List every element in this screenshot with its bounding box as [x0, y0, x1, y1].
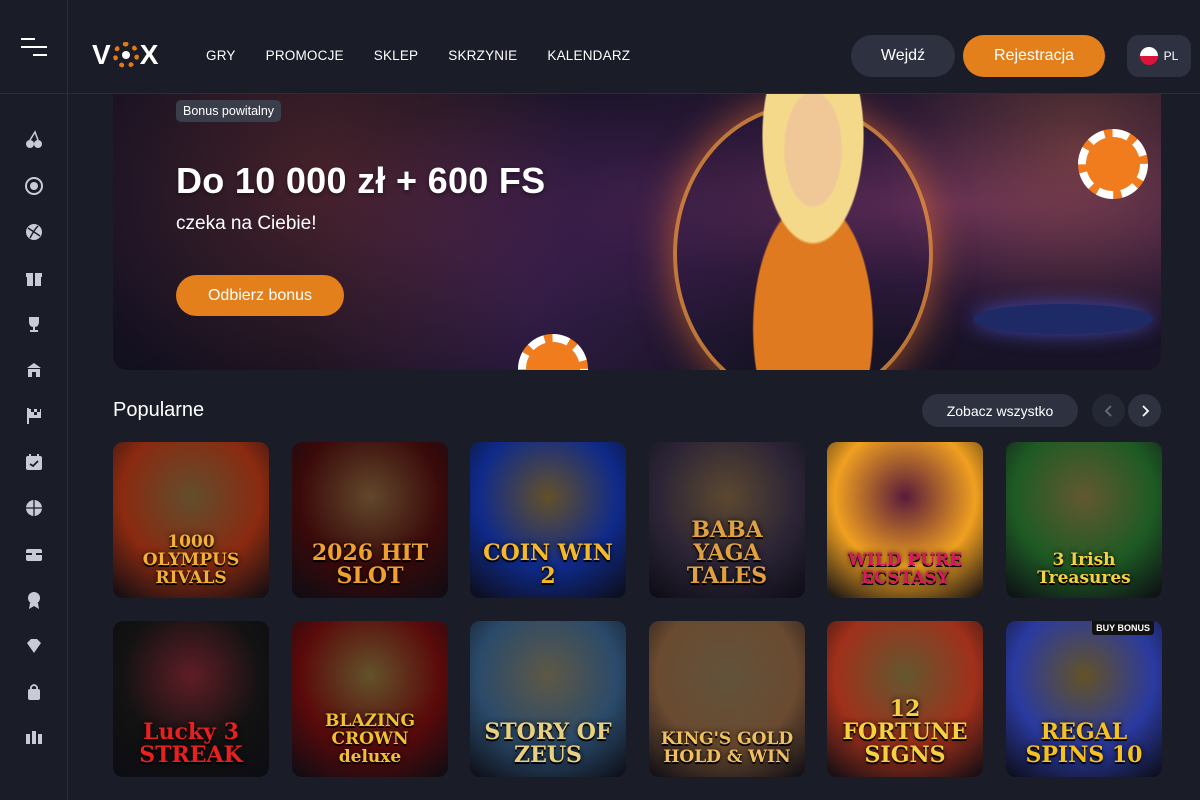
cherries-icon[interactable] [24, 130, 44, 150]
banner-subtitle: czeka na Ciebie! [176, 213, 317, 234]
next-arrow[interactable] [1128, 394, 1161, 427]
poland-flag-icon [1139, 47, 1158, 65]
columns-icon[interactable] [24, 728, 44, 748]
section-title: Popularne [113, 399, 205, 421]
game-title: WILD PURE ECSTASY [847, 550, 963, 589]
casino-table [973, 304, 1153, 334]
game-title: BABA YAGA TALES [686, 516, 768, 589]
diamond-icon[interactable] [24, 636, 44, 656]
game-title: 3 Irish Treasures [1037, 550, 1131, 589]
game-title: 12 FORTUNE SIGNS [842, 695, 968, 768]
game-title: KING'S GOLD HOLD & WIN [660, 729, 794, 768]
roulette-icon[interactable] [24, 176, 44, 196]
banner-hostess-image [703, 94, 923, 370]
menu-button[interactable] [0, 0, 68, 94]
game-title: STORY OF ZEUS [484, 718, 612, 768]
nav-promocje[interactable]: PROMOCJE [266, 48, 344, 63]
game-tile[interactable]: BLAZING CROWN deluxe [292, 621, 448, 777]
casino-chip-icon [1078, 129, 1148, 199]
nav-sklep[interactable]: SKLEP [374, 48, 419, 63]
header: VX GRY PROMOCJE SKLEP SKRZYNIE KALENDARZ… [0, 0, 1200, 94]
chevron-left-icon [1104, 404, 1112, 417]
game-tile[interactable]: 12 FORTUNE SIGNS [827, 621, 983, 777]
game-tile[interactable]: KING'S GOLD HOLD & WIN [649, 621, 805, 777]
bag-icon[interactable] [24, 682, 44, 702]
see-all-button[interactable]: Zobacz wszystko [922, 394, 1078, 427]
calendar-icon[interactable] [24, 452, 44, 472]
award-icon[interactable] [24, 590, 44, 610]
banner-title: Do 10 000 zł + 600 FS [176, 160, 546, 201]
game-tile[interactable]: BABA YAGA TALES [649, 442, 805, 598]
hamburger-icon [20, 38, 47, 56]
chevron-right-icon [1141, 404, 1149, 417]
buy-bonus-badge: BUY BONUS [1092, 621, 1154, 635]
nav-kalendarz[interactable]: KALENDARZ [547, 48, 630, 63]
game-title: BLAZING CROWN deluxe [325, 711, 415, 768]
login-button[interactable]: Wejdź [851, 35, 955, 77]
game-title: Lucky 3 STREAK [139, 718, 243, 768]
basketball-icon[interactable] [24, 498, 44, 518]
language-code: PL [1163, 49, 1179, 63]
trophy-icon[interactable] [24, 314, 44, 334]
game-tile[interactable]: 3 Irish Treasures [1006, 442, 1162, 598]
chest-icon[interactable] [24, 544, 44, 564]
claim-bonus-button[interactable]: Odbierz bonus [176, 275, 344, 316]
nav-skrzynie[interactable]: SKRZYNIE [448, 48, 517, 63]
logo[interactable]: VX [92, 39, 159, 70]
game-title: 1000 OLYMPUS RIVALS [142, 532, 240, 589]
main-nav: GRY PROMOCJE SKLEP SKRZYNIE KALENDARZ [206, 48, 630, 63]
register-button[interactable]: Rejestracja [963, 35, 1105, 77]
game-title: COIN WIN 2 [483, 539, 613, 589]
bonus-badge: Bonus powitalny [176, 100, 282, 122]
game-tile[interactable]: WILD PURE ECSTASY [827, 442, 983, 598]
game-tile[interactable]: STORY OF ZEUS [470, 621, 626, 777]
game-title: 2026 HIT SLOT [311, 539, 429, 589]
gift-icon[interactable] [24, 268, 44, 288]
game-tile[interactable]: 1000 OLYMPUS RIVALS [113, 442, 269, 598]
shop-icon[interactable] [24, 360, 44, 380]
sports-ball-icon[interactable] [24, 222, 44, 242]
racing-flag-icon[interactable] [24, 406, 44, 426]
game-tile[interactable]: REGAL SPINS 10 BUY BONUS [1006, 621, 1162, 777]
game-tile[interactable]: COIN WIN 2 [470, 442, 626, 598]
game-title: REGAL SPINS 10 [1025, 718, 1143, 768]
game-tile[interactable]: Lucky 3 STREAK [113, 621, 269, 777]
prev-arrow[interactable] [1092, 394, 1125, 427]
logo-chip-icon [112, 42, 139, 68]
nav-gry[interactable]: GRY [206, 48, 236, 63]
language-selector[interactable]: PL [1127, 35, 1191, 77]
sidebar [0, 94, 68, 800]
game-tile[interactable]: 2026 HIT SLOT [292, 442, 448, 598]
